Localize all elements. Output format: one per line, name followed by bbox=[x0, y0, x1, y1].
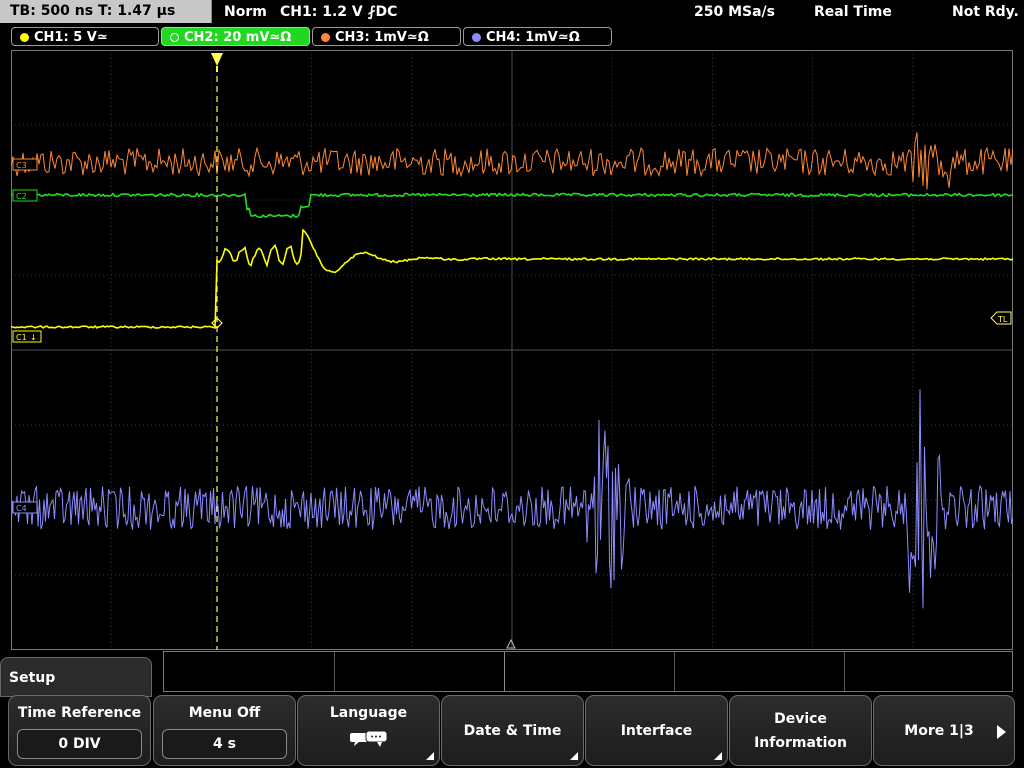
ch3-marker-label: C3 bbox=[16, 161, 27, 170]
softkey-bar: Time Reference 0 DIV Menu Off 4 s Langua… bbox=[0, 695, 1024, 768]
waveform-svg[interactable]: C3 C2 C1 ↓ C4 TL bbox=[10, 49, 1014, 651]
trigger-level-label: TL bbox=[997, 315, 1008, 324]
ch1-offset-marker[interactable]: C1 ↓ bbox=[12, 330, 42, 343]
ch1-marker-label: C1 bbox=[16, 333, 27, 342]
channel-1-chip[interactable]: CH1: 5 V≃ bbox=[11, 27, 159, 46]
acquisition-mode: Real Time bbox=[814, 4, 892, 20]
channel-bar: CH1: 5 V≃ CH2: 20 mV≃Ω CH3: 1mV≃Ω CH4: 1… bbox=[0, 27, 1024, 48]
submenu-corner-icon bbox=[714, 752, 722, 760]
status-bar: TB: 500 ns T: 1.47 µs Norm CH1: 1.2 V ⨏D… bbox=[0, 0, 1024, 24]
time-reference-softkey[interactable]: Time Reference 0 DIV bbox=[8, 695, 151, 766]
strip-divider bbox=[674, 652, 675, 691]
ch2-marker-label: C2 bbox=[16, 192, 27, 201]
ch2-dot-icon bbox=[170, 32, 179, 42]
timebase-display[interactable]: TB: 500 ns T: 1.47 µs bbox=[0, 0, 212, 23]
strip-divider bbox=[844, 652, 845, 691]
ch4-marker-label: C4 bbox=[16, 504, 27, 513]
interface-softkey[interactable]: Interface bbox=[585, 695, 728, 766]
device-information-softkey[interactable]: Device Information bbox=[729, 695, 872, 766]
sample-rate: 250 MSa/s bbox=[694, 4, 776, 20]
softkey-title: Date & Time bbox=[463, 722, 562, 739]
softkey-title: Time Reference bbox=[17, 705, 142, 721]
time-reference-value[interactable]: 0 DIV bbox=[17, 729, 142, 759]
next-page-arrow-icon bbox=[997, 725, 1006, 739]
more-softkey[interactable]: More 1|3 bbox=[873, 695, 1015, 766]
submenu-corner-icon bbox=[570, 752, 578, 760]
softkey-title: Interface bbox=[620, 722, 693, 739]
softkey-title: Language bbox=[329, 705, 408, 721]
ch3-dot-icon bbox=[321, 32, 330, 42]
channel-4-chip[interactable]: CH4: 1mV≃Ω bbox=[463, 27, 612, 46]
speech-bubbles-icon bbox=[350, 730, 388, 747]
submenu-corner-icon bbox=[426, 752, 434, 760]
menu-title-tab: Setup bbox=[0, 657, 152, 697]
softkey-title: More 1|3 bbox=[904, 722, 974, 739]
ch4-offset-marker[interactable]: C4 bbox=[12, 501, 38, 514]
waveform-display[interactable]: C3 C2 C1 ↓ C4 TL bbox=[10, 49, 1014, 654]
language-softkey[interactable]: Language bbox=[297, 695, 440, 766]
trigger-source[interactable]: CH1: 1.2 V ⨏DC bbox=[280, 0, 397, 24]
menu-off-value[interactable]: 4 s bbox=[162, 729, 287, 759]
ch4-dot-icon bbox=[472, 32, 481, 42]
trigger-status: Not Rdy. bbox=[952, 4, 1019, 20]
strip-divider bbox=[334, 652, 335, 691]
trigger-mode[interactable]: Norm bbox=[224, 0, 267, 24]
ch3-offset-marker[interactable]: C3 bbox=[12, 158, 38, 171]
ch2-offset-marker[interactable]: C2 bbox=[12, 189, 38, 202]
softkey-title: Device Information bbox=[754, 710, 847, 751]
zoom-strip bbox=[163, 651, 1013, 692]
menu-off-softkey[interactable]: Menu Off 4 s bbox=[153, 695, 296, 766]
strip-divider bbox=[504, 652, 505, 691]
ch1-dot-icon bbox=[20, 32, 29, 42]
ch1-down-arrow-icon: ↓ bbox=[30, 333, 37, 342]
softkey-title: Menu Off bbox=[188, 705, 261, 721]
channel-3-chip[interactable]: CH3: 1mV≃Ω bbox=[312, 27, 461, 46]
date-time-softkey[interactable]: Date & Time bbox=[441, 695, 584, 766]
channel-2-chip[interactable]: CH2: 20 mV≃Ω bbox=[161, 27, 310, 46]
